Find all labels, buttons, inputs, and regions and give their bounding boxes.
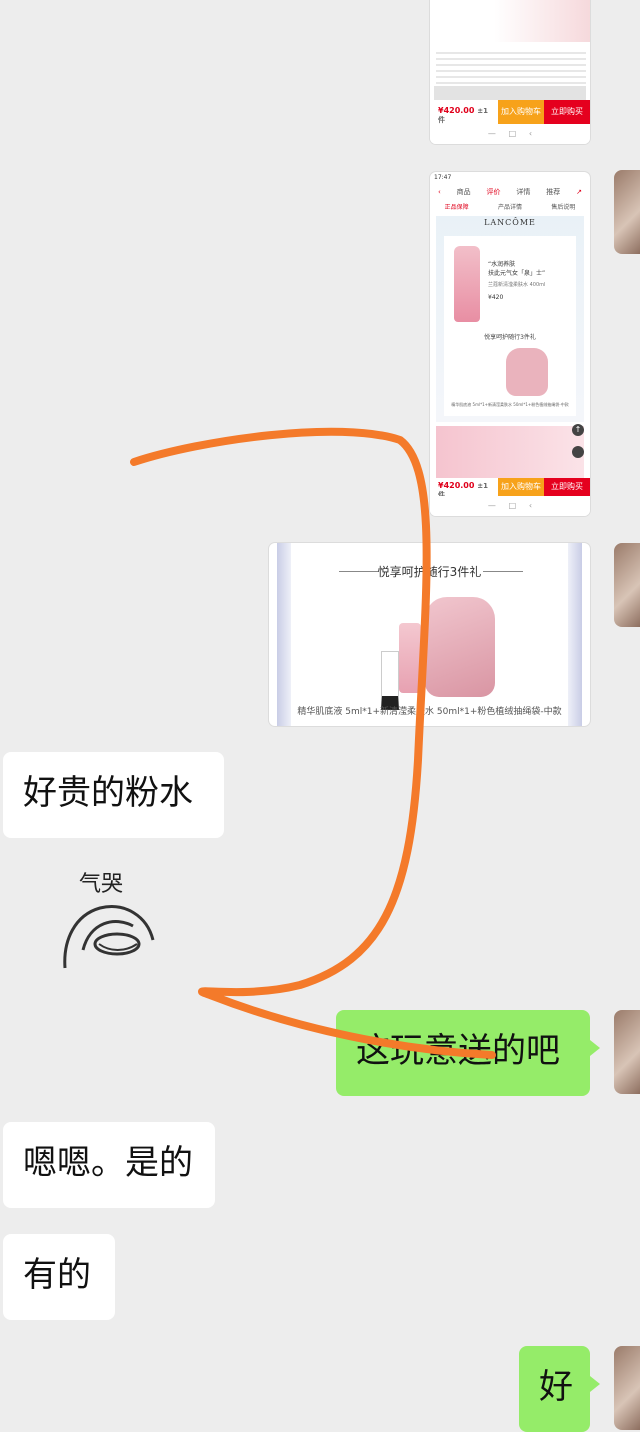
purchase-bar: ¥420.00 ±1件 加入购物车 立即购买 (430, 100, 590, 124)
add-to-cart-button[interactable]: 加入购物车 (498, 478, 544, 496)
product-subtitle: 兰蔻新清滢柔肤水 400ml (488, 282, 546, 288)
pink-product-banner (436, 426, 584, 482)
orange-curve (130, 427, 496, 1059)
tab-reviews[interactable]: 评价 (487, 184, 501, 200)
message-text: 这玩意送的吧 (356, 1031, 560, 1071)
gray-note (434, 86, 586, 100)
subtab-authentic[interactable]: 正品保障 (445, 202, 469, 214)
add-to-cart-button[interactable]: 加入购物车 (498, 100, 544, 124)
message-bubble-received[interactable]: 好贵的粉水 (3, 752, 224, 838)
cart-icon[interactable] (572, 446, 584, 458)
tagline-line-1: “水润养肤 (488, 261, 516, 268)
price-text: ¥420.00 ±1件 (430, 100, 498, 124)
price-text: ¥420.00 ±1件 (430, 478, 498, 499)
gift-title: 悦享呵护随行3件礼 (484, 334, 536, 341)
tagline-line-2: 扶此元气女「泉」士” (488, 270, 546, 277)
tab-details[interactable]: 详情 (516, 184, 530, 200)
poster-card: “水润养肤 扶此元气女「泉」士” 兰蔻新清滢柔肤水 400ml ¥420 悦享呵… (444, 236, 576, 416)
nav-bar: — □ ‹ (430, 124, 590, 144)
avatar[interactable] (614, 170, 640, 254)
status-bar: 17:47 (434, 174, 451, 181)
avatar[interactable] (614, 1010, 640, 1094)
avatar[interactable] (614, 543, 640, 627)
subtab-bar: 正品保障 产品详情 售后说明 (430, 202, 590, 214)
buy-now-button[interactable]: 立即购买 (544, 478, 590, 496)
gift-title: 悦享呵护随行3件礼 (377, 565, 482, 579)
toner-bottle (454, 246, 480, 322)
gift-description: 精华肌底液 5ml*1+新清滢柔肤水 50ml*1+粉色植绒抽绳袋-中款 (451, 402, 569, 407)
message-bubble-sent[interactable]: 好 (519, 1346, 600, 1432)
image-message-screenshot-2[interactable]: 17:47 ‹ 商品 评价 详情 推荐 ↗ 正品保障 产品详情 售后说明 LAN… (430, 172, 590, 516)
message-text: 嗯嗯。是的 (23, 1143, 193, 1183)
product-banner (430, 0, 590, 42)
subtab-aftersale[interactable]: 售后说明 (551, 202, 575, 214)
nav-bar: — □ ‹ (430, 496, 590, 516)
message-text: 有的 (23, 1255, 91, 1295)
poster-price: ¥420 (488, 293, 504, 301)
sticker-angry-cry[interactable]: 气哭 (55, 860, 165, 980)
message-text: 好 (539, 1367, 573, 1407)
tab-bar: ‹ 商品 评价 详情 推荐 ↗ (430, 184, 590, 200)
image-message-screenshot-1[interactable]: ¥420.00 ±1件 加入购物车 立即购买 — □ ‹ (430, 0, 590, 144)
share-icon[interactable]: ↗ (576, 184, 582, 200)
price: ¥420.00 (438, 106, 475, 115)
subtab-details[interactable]: 产品详情 (498, 202, 522, 214)
purchase-bar: ¥420.00 ±1件 加入购物车 立即购买 (430, 478, 590, 499)
buy-now-button[interactable]: 立即购买 (544, 100, 590, 124)
brand-logo: LANCÔME (484, 218, 536, 227)
serum-bottle (381, 651, 399, 710)
back-icon[interactable]: ‹ (438, 184, 441, 200)
gift-pouch (506, 348, 548, 396)
message-bubble-sent[interactable]: 这玩意送的吧 (336, 1010, 600, 1096)
image-message-screenshot-3[interactable]: 悦享呵护随行3件礼 精华肌底液 5ml*1+新清滢柔肤水 50ml*1+粉色植绒… (269, 543, 590, 726)
message-bubble-received[interactable]: 有的 (3, 1234, 115, 1320)
message-bubble-received[interactable]: 嗯嗯。是的 (3, 1122, 215, 1208)
tab-product[interactable]: 商品 (457, 184, 471, 200)
price: ¥420.00 (438, 481, 475, 490)
product-poster: LANCÔME “水润养肤 扶此元气女「泉」士” 兰蔻新清滢柔肤水 400ml … (436, 216, 584, 422)
detail-text-lines (436, 48, 586, 84)
tagline: “水润养肤 扶此元气女「泉」士” 兰蔻新清滢柔肤水 400ml ¥420 (488, 260, 545, 302)
avatar[interactable] (614, 1346, 640, 1430)
divider-right (483, 571, 523, 572)
scroll-top-icon[interactable]: ↑ (572, 424, 584, 436)
sticker-face-icon (63, 905, 155, 969)
gift-description: 精华肌底液 5ml*1+新清滢柔肤水 50ml*1+粉色植绒抽绳袋-中款 (297, 707, 562, 717)
gift-pouch (425, 597, 495, 697)
status-time: 17:47 (434, 174, 452, 181)
toner-bottle (399, 623, 421, 693)
tab-recommend[interactable]: 推荐 (546, 184, 560, 200)
message-text: 好贵的粉水 (23, 773, 193, 813)
